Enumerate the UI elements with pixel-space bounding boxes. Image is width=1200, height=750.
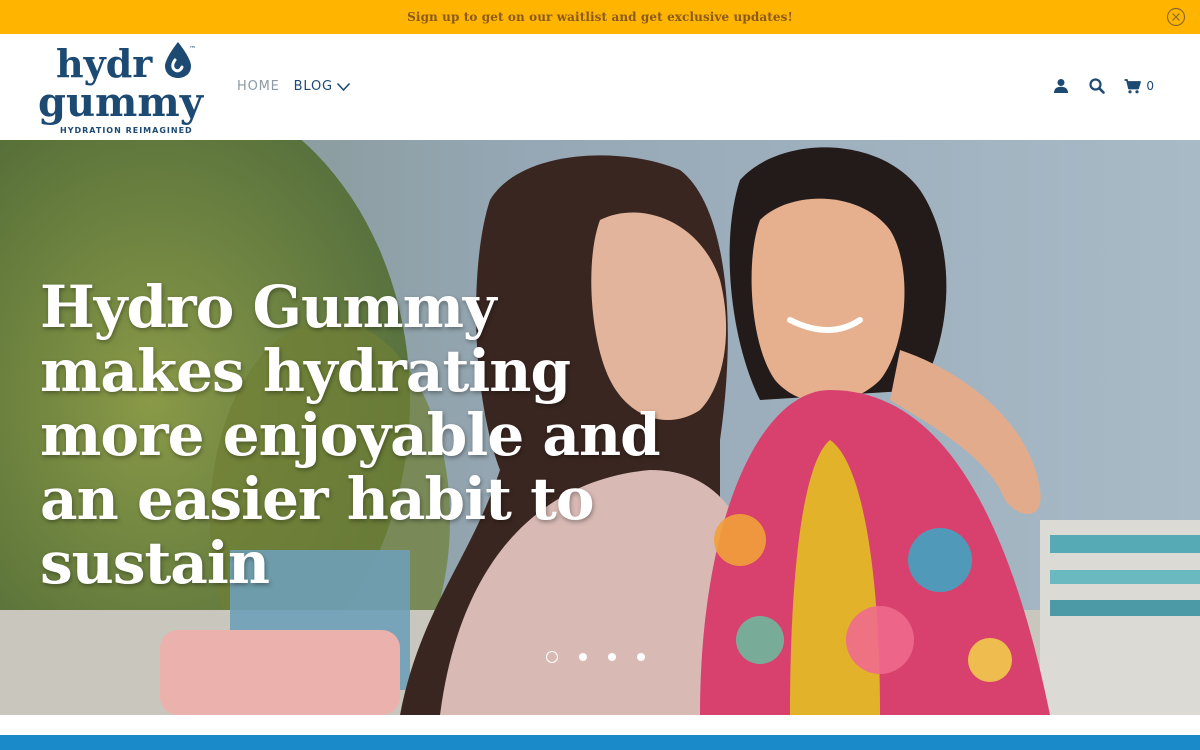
cart-icon <box>1124 78 1142 93</box>
logo-line2: gummy <box>38 79 205 126</box>
hero-banner: Hydro Gummy makes hydrating more enjoyab… <box>0 140 1200 715</box>
header-actions: 0 <box>1052 77 1154 95</box>
nav-blog-label: BLOG <box>293 79 333 94</box>
site-header: hydr ™ gummy HYDRATION REIMAGINED HOME B… <box>0 34 1200 140</box>
logo[interactable]: hydr ™ gummy HYDRATION REIMAGINED <box>38 39 216 135</box>
nav-home[interactable]: HOME <box>237 79 280 94</box>
slide-dot-3[interactable] <box>608 653 616 661</box>
slide-dot-1[interactable] <box>546 651 558 663</box>
announcement-bar: Sign up to get on our waitlist and get e… <box>0 0 1200 34</box>
chevron-down-icon <box>336 82 350 91</box>
nav-blog[interactable]: BLOG <box>294 79 351 94</box>
announcement-text: Sign up to get on our waitlist and get e… <box>407 10 793 24</box>
logo-trademark: ™ <box>189 45 196 53</box>
logo-tagline: HYDRATION REIMAGINED <box>60 126 193 135</box>
droplet-icon <box>165 42 191 78</box>
section-divider <box>0 735 1200 750</box>
close-icon[interactable] <box>1166 7 1186 27</box>
main-nav: HOME BLOG <box>237 79 351 94</box>
cart-button[interactable]: 0 <box>1124 78 1154 94</box>
slide-dot-4[interactable] <box>637 653 645 661</box>
nav-home-label: HOME <box>237 79 280 94</box>
search-icon[interactable] <box>1088 77 1106 95</box>
hero-heading: Hydro Gummy makes hydrating more enjoyab… <box>40 273 661 597</box>
user-icon[interactable] <box>1052 77 1070 95</box>
cart-count: 0 <box>1146 79 1154 93</box>
slider-dots <box>546 651 645 663</box>
slide-dot-2[interactable] <box>579 653 587 661</box>
